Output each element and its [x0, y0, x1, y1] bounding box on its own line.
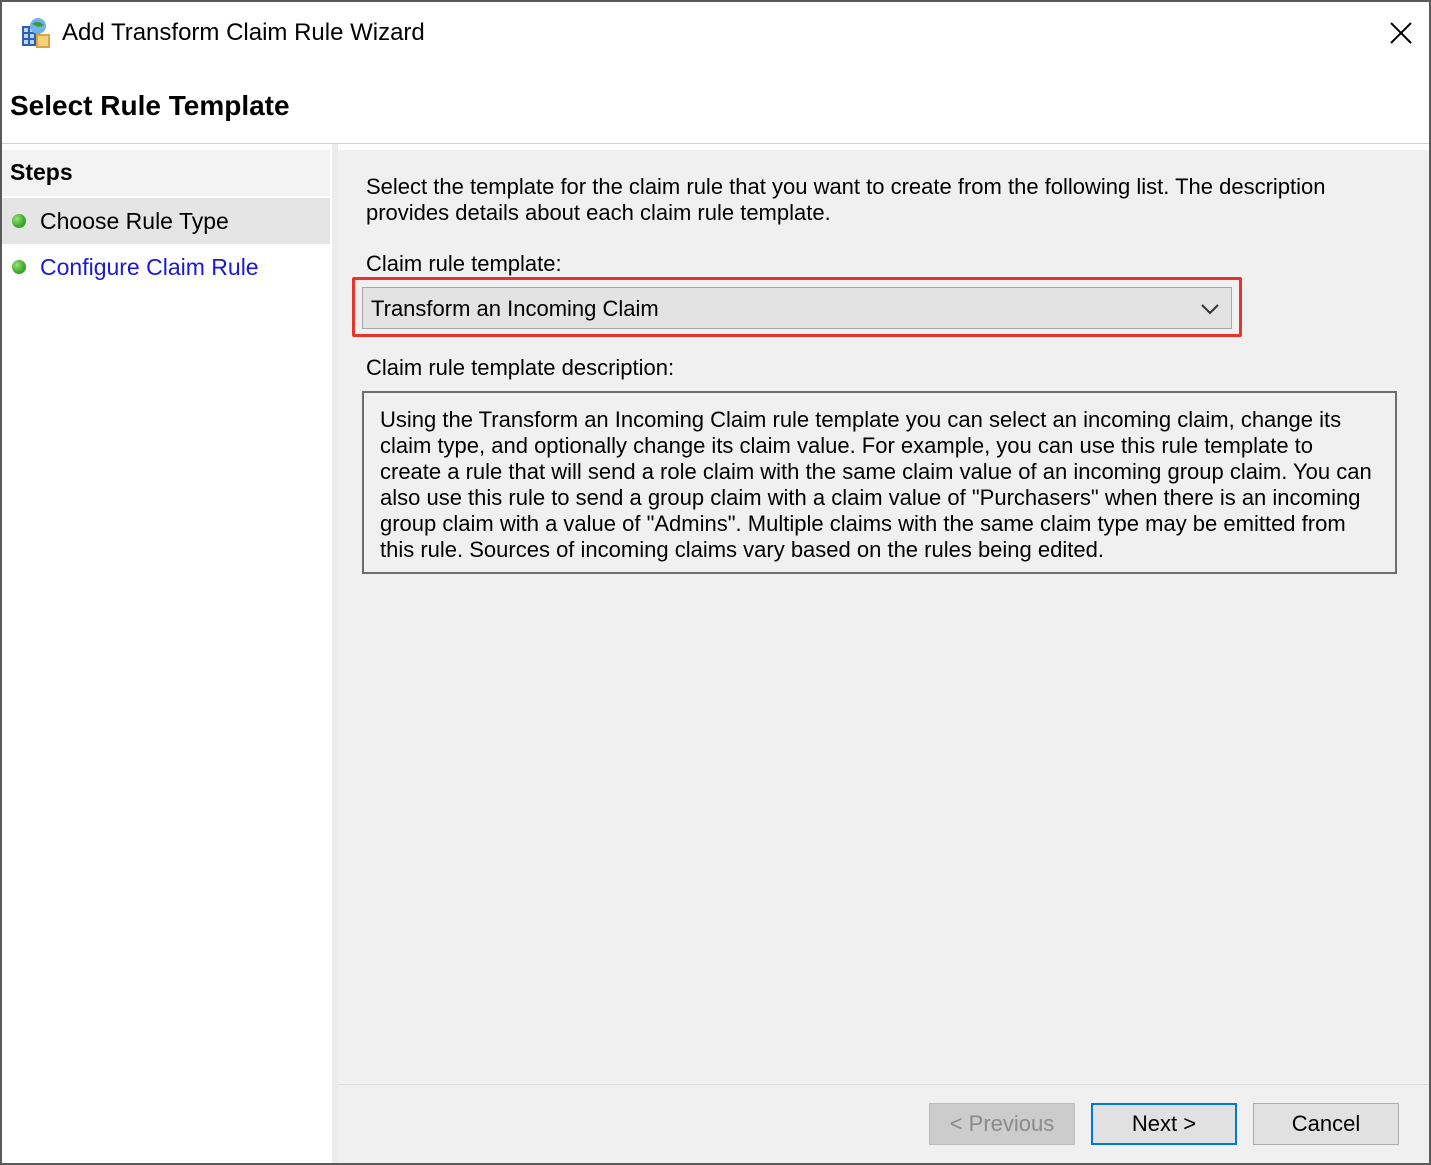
adfs-wizard-icon [18, 16, 52, 50]
step-status-dot-icon [12, 260, 26, 274]
content-pane: Select the template for the claim rule t… [338, 150, 1429, 1163]
page-title: Select Rule Template [10, 90, 290, 121]
steps-heading: Steps [10, 159, 73, 185]
previous-button: < Previous [929, 1103, 1075, 1145]
step-status-dot-icon [12, 214, 26, 228]
cancel-button[interactable]: Cancel [1253, 1103, 1399, 1145]
steps-pane: Steps Choose Rule Type Configure Claim R… [2, 150, 332, 1163]
title-bar: Add Transform Claim Rule Wizard [2, 2, 1429, 66]
close-button[interactable] [1380, 12, 1422, 54]
wizard-window: Add Transform Claim Rule Wizard Select R… [0, 0, 1431, 1165]
step-label: Choose Rule Type [40, 208, 229, 234]
template-label: Claim rule template: [366, 251, 562, 276]
step-item-configure-claim-rule[interactable]: Configure Claim Rule [2, 244, 330, 290]
dropdown-selected-value: Transform an Incoming Claim [371, 296, 659, 321]
window-title: Add Transform Claim Rule Wizard [62, 19, 425, 46]
wizard-header: Select Rule Template [2, 66, 1429, 144]
description-label: Claim rule template description: [366, 355, 675, 380]
step-label[interactable]: Configure Claim Rule [40, 254, 259, 281]
close-icon [1390, 22, 1412, 44]
footer-divider [338, 1084, 1429, 1085]
template-description-text: Using the Transform an Incoming Claim ru… [380, 407, 1372, 562]
instructions-text: Select the template for the claim rule t… [366, 174, 1326, 225]
chevron-down-icon [1201, 304, 1219, 315]
claim-rule-template-dropdown[interactable]: Transform an Incoming Claim [362, 287, 1232, 329]
next-button[interactable]: Next > [1091, 1103, 1237, 1145]
step-item-choose-rule-type: Choose Rule Type [2, 198, 330, 244]
template-description-box: Using the Transform an Incoming Claim ru… [362, 391, 1397, 574]
